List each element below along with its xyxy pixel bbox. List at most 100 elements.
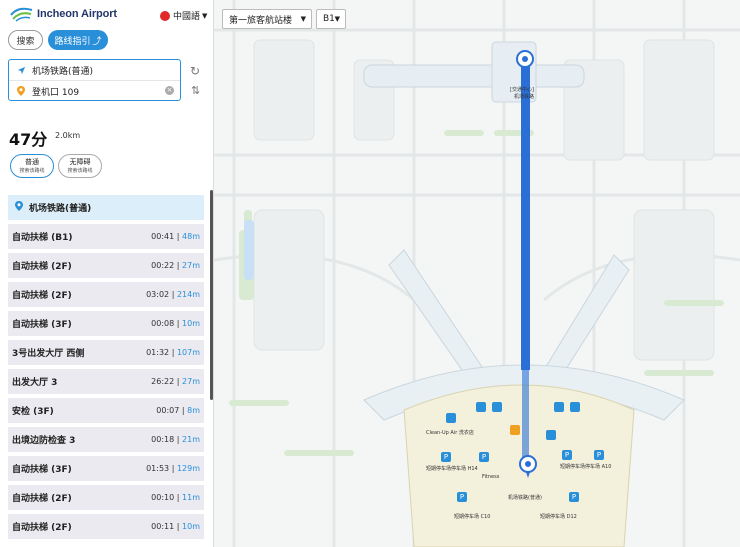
restroom-icon[interactable] bbox=[476, 402, 486, 412]
route-step-item[interactable]: 自动扶梯 (2F) 00:10 | 11m bbox=[8, 485, 204, 510]
restroom-icon[interactable] bbox=[554, 402, 564, 412]
parking-icon[interactable]: P bbox=[594, 450, 604, 460]
step-separator: | bbox=[174, 493, 183, 502]
step-separator: | bbox=[174, 232, 183, 241]
route-step-item[interactable]: 自动扶梯 (2F) 00:22 | 27m bbox=[8, 253, 204, 278]
map-label-parking-h14: 短期停车场停车场 H14 bbox=[426, 466, 478, 472]
food-icon[interactable] bbox=[510, 425, 520, 435]
step-separator: | bbox=[169, 290, 177, 299]
route-step-item[interactable]: 自动扶梯 (2F) 00:11 | 10m bbox=[8, 514, 204, 539]
route-arrow-icon: ⤴ bbox=[92, 36, 102, 47]
step-time: 00:41 bbox=[151, 232, 175, 241]
map-label-cleanup: Clean-Up Air 洗衣店 bbox=[426, 430, 474, 436]
steps-header[interactable]: 机场铁路(普通) bbox=[8, 195, 204, 220]
step-meta: 00:22 | 27m bbox=[151, 261, 200, 270]
top-bar: Incheon Airport 中國語 ▼ bbox=[0, 0, 213, 28]
floor-select[interactable]: B1 ▼ bbox=[316, 9, 346, 29]
step-meta: 01:32 | 107m bbox=[146, 348, 200, 357]
step-name: 安检 (3F) bbox=[12, 407, 54, 417]
step-name: 自动扶梯 (3F) bbox=[12, 465, 72, 475]
route-step-item[interactable]: 出发大厅 3 26:22 | 27m bbox=[8, 369, 204, 394]
airport-logo[interactable]: Incheon Airport bbox=[10, 6, 117, 22]
route-step-item[interactable]: 出境边防检查 3 00:18 | 21m bbox=[8, 427, 204, 452]
step-meta: 01:53 | 129m bbox=[146, 464, 200, 473]
floor-select-value: B1 bbox=[323, 14, 335, 24]
restroom-icon[interactable] bbox=[546, 430, 556, 440]
list-scrollbar[interactable] bbox=[210, 190, 213, 400]
step-distance: 11m bbox=[182, 493, 200, 502]
chevron-down-icon: ▼ bbox=[300, 15, 306, 23]
logo-text: Incheon Airport bbox=[37, 8, 117, 20]
route-step-item[interactable]: 自动扶梯 (2F) 03:02 | 214m bbox=[8, 282, 204, 307]
step-name: 自动扶梯 (2F) bbox=[12, 291, 72, 301]
parking-icon[interactable]: P bbox=[479, 452, 489, 462]
route-step-item[interactable]: 自动扶梯 (3F) 01:53 | 129m bbox=[8, 456, 204, 481]
map-pin-icon bbox=[16, 86, 26, 96]
map-label-rail: 机场铁路 bbox=[514, 94, 535, 100]
step-meta: 03:02 | 214m bbox=[146, 290, 200, 299]
origin-destination-box: 机场铁路(普通) 登机口 109 × bbox=[8, 59, 181, 101]
end-marker-icon[interactable] bbox=[517, 455, 539, 479]
map-label-parking-c10: 短期停车场 C10 bbox=[454, 514, 491, 520]
step-name: 3号出发大厅 西侧 bbox=[12, 349, 85, 359]
step-time: 00:07 bbox=[156, 406, 180, 415]
airport-map[interactable]: 第一旅客航站楼 ▼ B1 ▼ [交通中心] 机场铁路 P P P P P P C… bbox=[214, 0, 740, 547]
destination-field[interactable]: 登机口 109 × bbox=[9, 81, 180, 101]
map-label-parking-d12: 短期停车场 D12 bbox=[540, 514, 577, 520]
step-time: 03:02 bbox=[146, 290, 170, 299]
step-distance: 27m bbox=[182, 261, 200, 270]
route-distance: 2.0km bbox=[55, 131, 81, 140]
restroom-icon[interactable] bbox=[570, 402, 580, 412]
logo-swoosh-icon bbox=[10, 7, 33, 22]
step-time: 00:08 bbox=[151, 319, 175, 328]
parking-icon[interactable]: P bbox=[569, 492, 579, 502]
map-label-airline: 机场铁路(普通) bbox=[508, 495, 542, 501]
step-separator: | bbox=[174, 522, 183, 531]
steps-header-label: 机场铁路(普通) bbox=[29, 204, 92, 214]
destination-value: 登机口 109 bbox=[32, 87, 80, 98]
start-marker-icon[interactable] bbox=[514, 50, 536, 74]
route-step-item[interactable]: 自动扶梯 (B1) 00:41 | 48m bbox=[8, 224, 204, 249]
step-time: 26:22 bbox=[151, 377, 175, 386]
step-time: 00:22 bbox=[151, 261, 175, 270]
map-label-parking-a10: 短期停车场停车场 A10 bbox=[560, 464, 612, 470]
clear-destination-icon[interactable]: × bbox=[165, 86, 174, 95]
step-separator: | bbox=[169, 348, 177, 357]
parking-icon[interactable]: P bbox=[457, 492, 467, 502]
location-pin-icon bbox=[15, 201, 23, 214]
route-step-item[interactable]: 自动扶梯 (3F) 00:08 | 10m bbox=[8, 311, 204, 336]
origin-field[interactable]: 机场铁路(普通) bbox=[9, 61, 180, 81]
step-name: 自动扶梯 (2F) bbox=[12, 494, 72, 504]
china-flag-icon bbox=[160, 10, 170, 21]
option-accessible-sub: 搜索该路线 bbox=[67, 168, 93, 174]
step-distance: 10m bbox=[182, 319, 200, 328]
route-step-item[interactable]: 3号出发大厅 西侧 01:32 | 107m bbox=[8, 340, 204, 365]
step-time: 00:10 bbox=[151, 493, 175, 502]
route-duration: 47分 bbox=[9, 130, 48, 149]
facility-icon[interactable] bbox=[446, 413, 456, 423]
refresh-icon[interactable]: ↻ bbox=[190, 64, 200, 78]
navigation-arrow-icon bbox=[16, 66, 26, 75]
step-separator: | bbox=[174, 319, 183, 328]
step-meta: 26:22 | 27m bbox=[151, 377, 200, 386]
step-distance: 27m bbox=[182, 377, 200, 386]
terminal-select[interactable]: 第一旅客航站楼 ▼ bbox=[222, 9, 312, 29]
step-time: 01:32 bbox=[146, 348, 170, 357]
restroom-icon[interactable] bbox=[492, 402, 502, 412]
option-accessible-button[interactable]: 无障碍 搜索该路线 bbox=[58, 154, 102, 178]
mode-tabs: 搜索 路线指引 ⤴ bbox=[8, 30, 108, 50]
step-meta: 00:11 | 10m bbox=[151, 522, 200, 531]
option-normal-button[interactable]: 普通 搜索该路线 bbox=[10, 154, 54, 178]
step-distance: 21m bbox=[182, 435, 200, 444]
tab-search[interactable]: 搜索 bbox=[8, 30, 43, 50]
parking-icon[interactable]: P bbox=[441, 452, 451, 462]
parking-icon[interactable]: P bbox=[562, 450, 572, 460]
step-separator: | bbox=[174, 261, 183, 270]
route-step-item[interactable]: 安检 (3F) 00:07 | 8m bbox=[8, 398, 204, 423]
language-selector[interactable]: 中國語 ▼ bbox=[160, 9, 207, 22]
step-distance: 48m bbox=[182, 232, 200, 241]
tab-route[interactable]: 路线指引 ⤴ bbox=[48, 30, 108, 50]
step-meta: 00:08 | 10m bbox=[151, 319, 200, 328]
swap-icon[interactable]: ⇅ bbox=[191, 84, 200, 97]
terminal-select-value: 第一旅客航站楼 bbox=[229, 15, 293, 26]
